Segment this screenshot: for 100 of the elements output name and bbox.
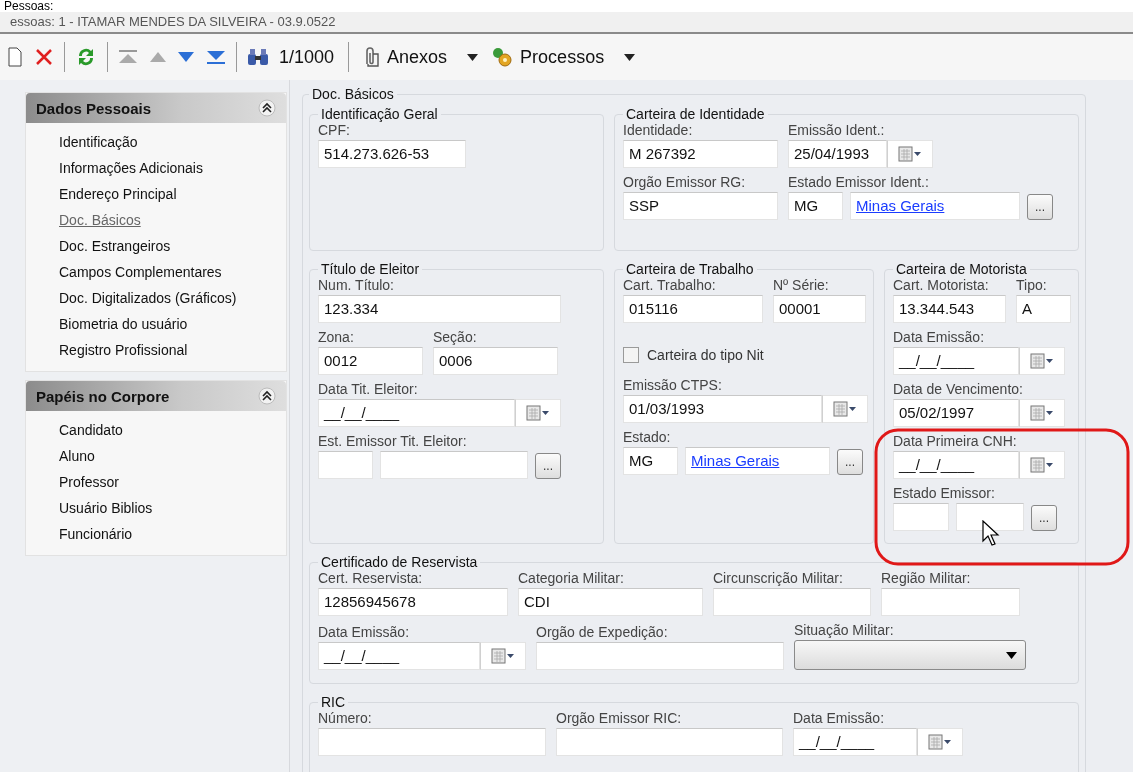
- date-field[interactable]: 05/02/1997: [893, 399, 1019, 427]
- close-icon: [34, 47, 54, 67]
- nav-link[interactable]: Biometria do usuário: [59, 311, 188, 337]
- field-label: Data Emissão:: [793, 710, 886, 726]
- date-field[interactable]: __/__/____: [318, 399, 515, 427]
- field-label: Num. Título:: [318, 277, 395, 293]
- field-label: Orgão Emissor RG:: [623, 174, 747, 190]
- up-triangle-icon: [150, 52, 166, 62]
- date-field[interactable]: __/__/____: [893, 347, 1019, 375]
- input-field[interactable]: M 267392: [623, 140, 778, 168]
- nav-link[interactable]: Identificação: [59, 129, 138, 155]
- field-label: Data de Vencimento:: [893, 381, 1024, 397]
- binoculars-icon: [247, 48, 269, 66]
- code-field[interactable]: [893, 503, 949, 531]
- browse-button[interactable]: ...: [1031, 505, 1057, 531]
- previous-record-button[interactable]: [148, 50, 168, 64]
- menu-button[interactable]: Anexos: [357, 44, 481, 70]
- nav-link[interactable]: Campos Complementares: [59, 259, 222, 285]
- nav-link[interactable]: Aluno: [59, 443, 95, 469]
- calendar-button[interactable]: [1019, 399, 1065, 427]
- field-label: Emissão CTPS:: [623, 377, 723, 393]
- collapse-icon[interactable]: [258, 99, 276, 117]
- browse-button[interactable]: ...: [837, 449, 863, 475]
- input-field[interactable]: 514.273.626-53: [318, 140, 466, 168]
- code-field[interactable]: [318, 451, 373, 479]
- input-field[interactable]: [556, 728, 783, 756]
- nav-link[interactable]: Doc. Digitalizados (Gráficos): [59, 285, 237, 311]
- input-field[interactable]: 123.334: [318, 295, 561, 323]
- last-icon: [206, 49, 226, 65]
- nav-link[interactable]: Usuário Biblios: [59, 495, 153, 521]
- nav-link[interactable]: Professor: [59, 469, 119, 495]
- window-title: essoas: 1 - ITAMAR MENDES DA SILVEIRA - 03.9.0522: [0, 12, 1133, 34]
- nav-link[interactable]: Candidato: [59, 417, 123, 443]
- input-field[interactable]: A: [1016, 295, 1071, 323]
- first-icon: [118, 49, 138, 65]
- panel-title: Dados Pessoais: [36, 99, 152, 117]
- code-field[interactable]: MG: [788, 192, 843, 220]
- field-label: Tipo:: [1016, 277, 1048, 293]
- field-label: Seção:: [433, 329, 478, 345]
- input-field[interactable]: 015116: [623, 295, 763, 323]
- state-name-field[interactable]: [380, 451, 528, 479]
- calendar-button[interactable]: [1019, 451, 1065, 479]
- date-field[interactable]: __/__/____: [893, 451, 1019, 479]
- state-link[interactable]: Minas Gerais: [856, 197, 945, 214]
- code-field[interactable]: MG: [623, 447, 678, 475]
- input-field[interactable]: 13.344.543: [893, 295, 1006, 323]
- new-button[interactable]: [6, 45, 24, 69]
- record-counter: 1/1000: [279, 46, 335, 68]
- caret-icon: [624, 53, 636, 61]
- input-field[interactable]: CDI: [518, 588, 703, 616]
- field-label: Categoria Militar:: [518, 570, 625, 586]
- field-label: Emissão Ident.:: [788, 122, 886, 138]
- date-field[interactable]: 01/03/1993: [623, 395, 822, 423]
- input-field[interactable]: 12856945678: [318, 588, 508, 616]
- next-record-button[interactable]: [176, 50, 196, 64]
- calendar-button[interactable]: [1019, 347, 1065, 375]
- group-title: Carteira de Trabalho: [625, 261, 755, 277]
- nav-link[interactable]: Funcionário: [59, 521, 133, 547]
- state-name-field[interactable]: Minas Gerais: [850, 192, 1020, 220]
- calendar-button[interactable]: [822, 395, 868, 423]
- input-field[interactable]: [318, 728, 546, 756]
- date-field[interactable]: __/__/____: [318, 642, 480, 670]
- input-field[interactable]: 0006: [433, 347, 558, 375]
- panel-header[interactable]: Papéis no Corpore: [26, 381, 286, 411]
- checkbox[interactable]: [623, 347, 639, 363]
- nav-link[interactable]: Informações Adicionais: [59, 155, 203, 181]
- calendar-button[interactable]: [887, 140, 933, 168]
- browse-button[interactable]: ...: [1027, 194, 1053, 220]
- nav-link[interactable]: Endereço Principal: [59, 181, 177, 207]
- calendar-button[interactable]: [917, 728, 963, 756]
- input-field[interactable]: [536, 642, 784, 670]
- calendar-button[interactable]: [515, 399, 561, 427]
- state-name-field[interactable]: [956, 503, 1024, 531]
- field-label: Data Emissão:: [318, 624, 411, 640]
- input-field[interactable]: [881, 588, 1020, 616]
- field-label: Data Primeira CNH:: [893, 433, 1018, 449]
- nav-link[interactable]: Doc. Básicos: [59, 207, 141, 233]
- menu-button[interactable]: Processos: [488, 44, 638, 70]
- input-field[interactable]: 0012: [318, 347, 423, 375]
- input-field[interactable]: SSP: [623, 192, 778, 220]
- panel-header[interactable]: Dados Pessoais: [26, 93, 286, 123]
- calendar-button[interactable]: [480, 642, 526, 670]
- calendar-icon: [1030, 353, 1054, 369]
- date-field[interactable]: 25/04/1993: [788, 140, 887, 168]
- search-button[interactable]: [245, 46, 271, 68]
- dropdown[interactable]: [794, 640, 1026, 670]
- nav-link[interactable]: Registro Profissional: [59, 337, 188, 363]
- input-field[interactable]: [713, 588, 871, 616]
- browse-button[interactable]: ...: [535, 453, 561, 479]
- state-link[interactable]: Minas Gerais: [691, 452, 780, 469]
- nav-link[interactable]: Doc. Estrangeiros: [59, 233, 171, 259]
- field-label: Circunscrição Militar:: [713, 570, 844, 586]
- field-label: Orgão de Expedição:: [536, 624, 669, 640]
- input-field[interactable]: 00001: [773, 295, 866, 323]
- group-title: Carteira de Motorista: [895, 261, 1028, 277]
- group-title: RIC: [320, 694, 347, 710]
- date-field[interactable]: __/__/____: [793, 728, 917, 756]
- state-name-field[interactable]: Minas Gerais: [685, 447, 830, 475]
- window-caption: Pessoas:: [0, 0, 1133, 12]
- collapse-icon[interactable]: [258, 387, 276, 405]
